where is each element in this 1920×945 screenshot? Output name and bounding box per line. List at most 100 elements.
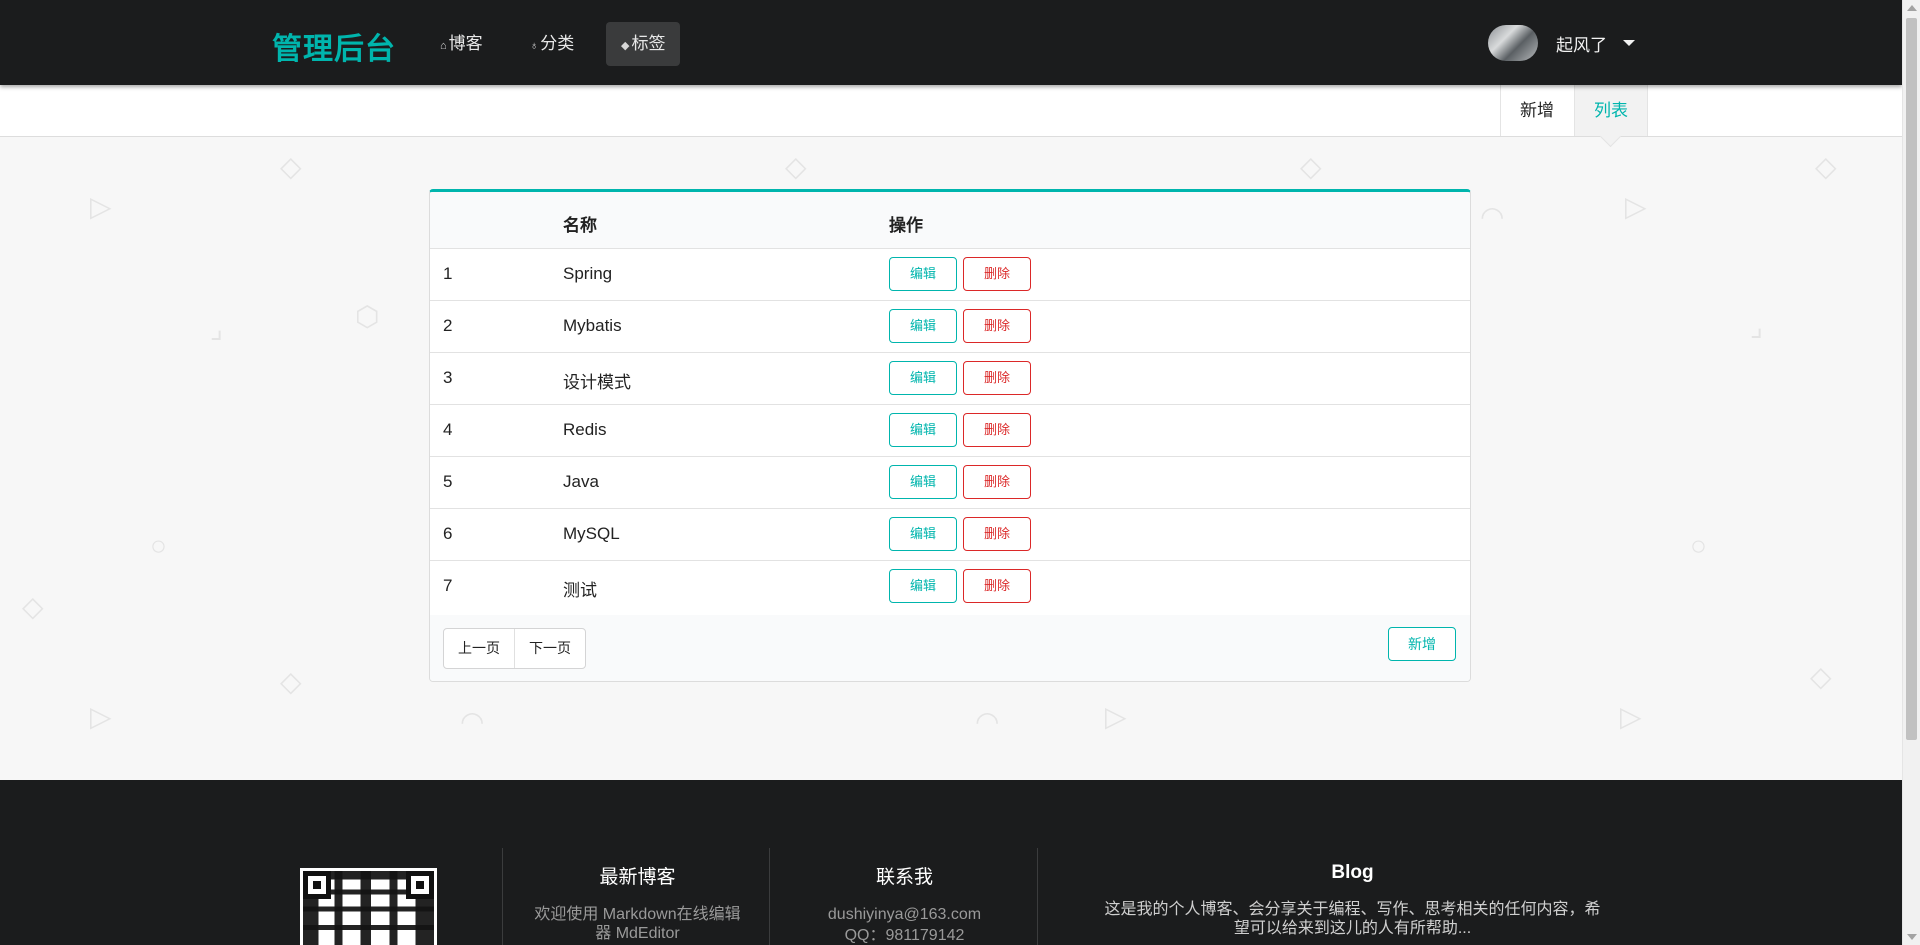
table-row: 5 Java 编辑 删除 [430, 457, 1470, 509]
row-name: Mybatis [563, 316, 622, 335]
tag-table: 名称 操作 1 Spring 编辑 删除 2 Mybatis 编辑 删除 3 设… [429, 189, 1471, 682]
page-scrollbar[interactable] [1902, 0, 1920, 945]
row-name: 设计模式 [563, 373, 631, 392]
row-id: 6 [443, 524, 453, 543]
table-row: 2 Mybatis 编辑 删除 [430, 301, 1470, 353]
footer-blog-title: Blog [1331, 862, 1374, 883]
scroll-up-icon[interactable] [1907, 5, 1917, 11]
background-pattern: ▷ [90, 191, 112, 222]
avatar [1488, 25, 1538, 61]
background-pattern: ◠ [1480, 201, 1505, 232]
background-pattern: ◇ [785, 151, 807, 182]
background-pattern: ◠ [460, 706, 485, 737]
header-name: 名称 [563, 216, 597, 235]
background-pattern: ◇ [1300, 151, 1322, 182]
user-menu[interactable]: 起风了 [1488, 25, 1635, 61]
table-footer: 上一页 下一页 新增 [430, 615, 1470, 681]
footer-divider [769, 848, 770, 945]
footer-contact: 联系我 dushiyinya@163.com QQ：981179142 [777, 862, 1032, 945]
background-pattern: ◇ [280, 666, 302, 697]
delete-button[interactable]: 删除 [963, 257, 1031, 291]
row-id: 4 [443, 420, 453, 439]
footer-latest-blogs: 最新博客 欢迎使用 Markdown在线编辑 器 MdEditor [510, 862, 765, 943]
edit-button[interactable]: 编辑 [889, 413, 957, 447]
footer-contact-title: 联系我 [875, 867, 933, 888]
background-pattern: ⌟ [1750, 311, 1764, 342]
table-header: 名称 操作 [430, 192, 1470, 249]
add-tag-button[interactable]: 新增 [1388, 627, 1456, 661]
edit-button[interactable]: 编辑 [889, 361, 957, 395]
footer-latest-title: 最新博客 [599, 867, 676, 888]
background-pattern: ▷ [1105, 701, 1127, 732]
pagination: 上一页 下一页 [443, 628, 586, 669]
table-row: 1 Spring 编辑 删除 [430, 249, 1470, 301]
tab-list[interactable]: 列表 [1574, 85, 1648, 136]
delete-button[interactable]: 删除 [963, 465, 1031, 499]
delete-button[interactable]: 删除 [963, 361, 1031, 395]
background-pattern: ◇ [22, 591, 44, 622]
scrollbar-thumb[interactable] [1906, 18, 1917, 740]
footer-blog-desc: 这是我的个人博客、会分享关于编程、写作、思考相关的任何内容，希 望可以给来到这儿… [1104, 901, 1601, 937]
row-id: 1 [443, 264, 453, 283]
row-id: 7 [443, 576, 453, 595]
prev-page-button[interactable]: 上一页 [444, 629, 514, 668]
user-name: 起风了 [1556, 35, 1607, 55]
row-id: 2 [443, 316, 453, 335]
background-pattern: ▷ [1625, 191, 1647, 222]
footer-divider [502, 848, 503, 945]
scroll-down-icon[interactable] [1907, 934, 1917, 940]
edit-button[interactable]: 编辑 [889, 465, 957, 499]
table-row: 4 Redis 编辑 删除 [430, 405, 1470, 457]
edit-button[interactable]: 编辑 [889, 517, 957, 551]
tags-icon: ◆ [621, 40, 630, 52]
background-pattern: ▷ [1620, 701, 1642, 732]
background-pattern: ◇ [1810, 661, 1832, 692]
brand-title[interactable]: 管理后台 [272, 24, 396, 68]
background-pattern: ▷ [90, 701, 112, 732]
background-pattern: ○ [150, 530, 167, 561]
delete-button[interactable]: 删除 [963, 517, 1031, 551]
row-name: Java [563, 472, 599, 491]
nav-item-label: 分类 [540, 34, 575, 53]
nav-item-label: 标签 [631, 34, 666, 53]
edit-button[interactable]: 编辑 [889, 569, 957, 603]
background-pattern: ◇ [280, 151, 302, 182]
footer-blog-about: Blog 这是我的个人博客、会分享关于编程、写作、思考相关的任何内容，希 望可以… [1045, 862, 1660, 938]
footer-divider [1037, 848, 1038, 945]
footer: 最新博客 欢迎使用 Markdown在线编辑 器 MdEditor 联系我 du… [0, 780, 1902, 945]
top-navbar: 管理后台 ⌂ 博客 ♁ 分类 ◆ 标签 起风了 [0, 0, 1902, 85]
delete-button[interactable]: 删除 [963, 309, 1031, 343]
background-pattern: ○ [1690, 530, 1707, 561]
background-pattern: ⌟ [210, 313, 224, 344]
footer-qq: QQ：981179142 [844, 927, 965, 944]
background-pattern: ◇ [1815, 151, 1837, 182]
row-name: MySQL [563, 524, 620, 543]
qr-code [300, 868, 437, 945]
delete-button[interactable]: 删除 [963, 569, 1031, 603]
header-actions: 操作 [889, 216, 923, 235]
background-pattern: ◠ [975, 706, 1000, 737]
tab-add[interactable]: 新增 [1500, 85, 1573, 136]
table-row: 6 MySQL 编辑 删除 [430, 509, 1470, 561]
nav-item-blog[interactable]: ⌂ 博客 [425, 22, 498, 66]
nav-item-tags[interactable]: ◆ 标签 [606, 22, 681, 66]
footer-latest-item[interactable]: 欢迎使用 Markdown在线编辑 器 MdEditor [510, 905, 765, 943]
home-icon: ⌂ [440, 40, 447, 52]
chevron-down-icon [1623, 40, 1635, 46]
edit-button[interactable]: 编辑 [889, 257, 957, 291]
footer-email: dushiyinya@163.com [827, 906, 982, 923]
row-name: Redis [563, 420, 607, 439]
next-page-button[interactable]: 下一页 [514, 629, 585, 668]
row-name: 测试 [563, 581, 597, 600]
delete-button[interactable]: 删除 [963, 413, 1031, 447]
edit-button[interactable]: 编辑 [889, 309, 957, 343]
row-id: 3 [443, 368, 453, 387]
nav-item-label: 博客 [448, 34, 483, 53]
row-id: 5 [443, 472, 453, 491]
table-row: 3 设计模式 编辑 删除 [430, 353, 1470, 405]
idea-icon: ♁ [530, 40, 539, 52]
background-pattern: ⬡ [355, 301, 380, 332]
nav-item-category[interactable]: ♁ 分类 [515, 22, 589, 66]
table-row: 7 测试 编辑 删除 [430, 561, 1470, 612]
row-name: Spring [563, 264, 613, 283]
